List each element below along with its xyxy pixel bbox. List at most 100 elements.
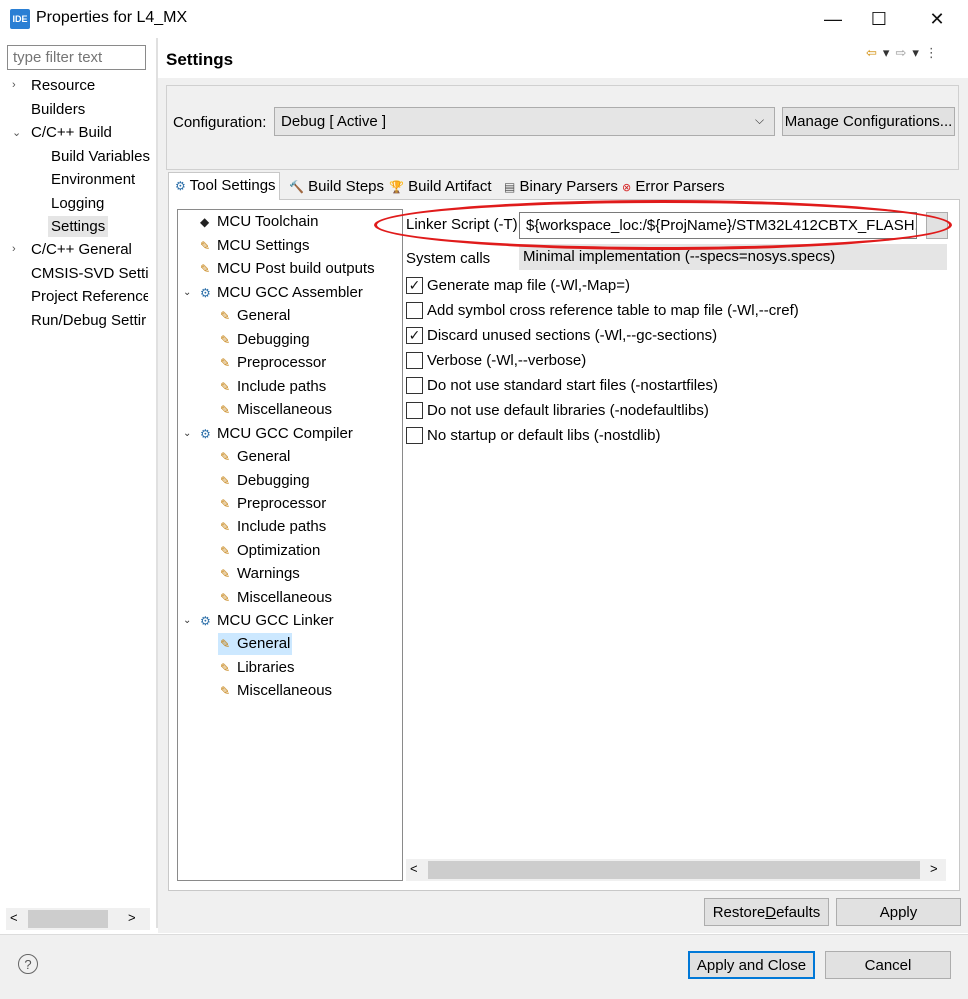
restore-defaults-button[interactable]: Restore Defaults [704, 898, 829, 926]
tab-binary-parsers[interactable]: ▤ Binary Parsers [498, 174, 624, 200]
scroll-right-icon[interactable]: > [930, 861, 938, 876]
tree-item-compiler-optimization[interactable]: ✎ Optimization [220, 542, 320, 559]
tree-item-label: MCU Toolchain [217, 213, 319, 230]
tab-label: Tool Settings [189, 177, 276, 194]
tree-item-mcu-gcc-linker[interactable]: ⚙ MCU GCC Linker [200, 612, 334, 629]
tree-item-mcu-gcc-assembler[interactable]: ⚙ MCU GCC Assembler [200, 284, 363, 301]
chevron-down-icon[interactable]: ⌄ [183, 615, 191, 626]
page-resource[interactable]: Resource [31, 77, 95, 94]
settings-page-icon: ✎ [220, 684, 231, 698]
checkbox-label: Generate map file (-Wl,-Map=) [427, 277, 630, 294]
checkbox-label: Discard unused sections (-Wl,--gc-sectio… [427, 327, 718, 344]
cancel-button[interactable]: Cancel [825, 951, 951, 979]
page-builders[interactable]: Builders [31, 101, 85, 118]
apply-and-close-button[interactable]: Apply and Close [688, 951, 815, 979]
linker-script-input[interactable]: ${workspace_loc:/${ProjName}/STM32L412CB… [519, 212, 917, 239]
settings-page-icon: ✎ [220, 356, 231, 370]
maximize-button[interactable]: ☐ [856, 0, 902, 38]
tree-item-linker-libraries[interactable]: ✎ Libraries [220, 659, 295, 676]
settings-page-icon: ✎ [220, 567, 231, 581]
help-icon[interactable]: ? [18, 954, 38, 974]
history-nav-icons[interactable]: ⇦▾⇨▾⋮ [866, 45, 944, 61]
settings-page-icon: ✎ [220, 520, 231, 534]
horizontal-scroll-thumb[interactable] [428, 861, 920, 879]
page-header [158, 38, 968, 78]
page-logging[interactable]: Logging [51, 195, 104, 212]
configuration-select[interactable]: Debug [ Active ] [274, 107, 775, 136]
tree-item-label: MCU GCC Assembler [217, 284, 363, 301]
page-settings[interactable]: Settings [51, 218, 105, 235]
checkbox-nodefaultlibs[interactable] [406, 402, 423, 419]
page-cpp-general[interactable]: C/C++ General [31, 241, 132, 258]
forward-arrow-icon[interactable]: ⇨ [895, 45, 912, 60]
mnemonic: D [765, 903, 777, 921]
page-environment[interactable]: Environment [51, 171, 135, 188]
filter-input[interactable] [7, 45, 146, 70]
tree-item-compiler-miscellaneous[interactable]: ✎ Miscellaneous [220, 589, 332, 606]
button-label: efaults [776, 903, 821, 921]
checkbox-label: Do not use standard start files (-nostar… [427, 377, 718, 394]
tree-item-mcu-settings[interactable]: ✎ MCU Settings [200, 237, 310, 254]
page-build-variables[interactable]: Build Variables [51, 148, 150, 165]
tree-item-assembler-preprocessor[interactable]: ✎ Preprocessor [220, 354, 326, 371]
tree-item-label: MCU GCC Compiler [217, 425, 353, 442]
tree-item-compiler-debugging[interactable]: ✎ Debugging [220, 472, 310, 489]
checkbox-verbose[interactable] [406, 352, 423, 369]
tree-item-linker-general[interactable]: ✎ General [220, 635, 290, 652]
back-menu-icon[interactable]: ▾ [883, 45, 896, 60]
tree-item-label: Include paths [237, 378, 327, 395]
chevron-right-icon[interactable]: › [12, 79, 16, 91]
minimize-button[interactable]: — [810, 0, 856, 38]
tree-item-label: General [237, 635, 291, 652]
tree-item-assembler-debugging[interactable]: ✎ Debugging [220, 331, 310, 348]
settings-page-icon: ✎ [220, 309, 231, 323]
tab-label: Build Steps [308, 178, 385, 195]
chevron-down-icon[interactable]: ⌄ [183, 287, 191, 298]
manage-configurations-button[interactable]: Manage Configurations... [782, 107, 955, 136]
tree-item-mcu-post-build[interactable]: ✎ MCU Post build outputs [200, 260, 375, 277]
page-cpp-build[interactable]: C/C++ Build [31, 124, 112, 141]
tree-item-assembler-general[interactable]: ✎ General [220, 307, 290, 324]
tab-tool-settings[interactable]: ⚙ Tool Settings [168, 172, 280, 200]
left-scroll-thumb[interactable] [28, 910, 108, 928]
scroll-right-icon[interactable]: > [128, 910, 136, 925]
tree-item-compiler-warnings[interactable]: ✎ Warnings [220, 565, 300, 582]
tree-item-linker-miscellaneous[interactable]: ✎ Miscellaneous [220, 682, 332, 699]
scroll-left-icon[interactable]: < [410, 861, 418, 876]
linker-script-browse-button[interactable] [926, 212, 948, 239]
page-cmsis-svd[interactable]: CMSIS-SVD Settir [31, 265, 148, 282]
page-project-references[interactable]: Project References [31, 288, 148, 305]
tree-item-mcu-toolchain[interactable]: ◆ MCU Toolchain [200, 213, 318, 230]
page-run-debug[interactable]: Run/Debug Settir [31, 312, 148, 329]
tree-item-assembler-miscellaneous[interactable]: ✎ Miscellaneous [220, 401, 332, 418]
tree-item-label: Libraries [237, 659, 295, 676]
checkbox-cross-reference[interactable] [406, 302, 423, 319]
system-calls-select[interactable]: Minimal implementation (--specs=nosys.sp… [519, 244, 947, 270]
apply-button[interactable]: Apply [836, 898, 961, 926]
checkbox-nostdlib[interactable] [406, 427, 423, 444]
tree-item-assembler-include-paths[interactable]: ✎ Include paths [220, 378, 326, 395]
settings-page-icon: ✎ [220, 661, 231, 675]
tab-error-parsers[interactable]: ⊗ Error Parsers [616, 174, 731, 200]
chevron-right-icon[interactable]: › [12, 243, 16, 255]
tree-item-mcu-gcc-compiler[interactable]: ⚙ MCU GCC Compiler [200, 425, 353, 442]
tree-item-label: Miscellaneous [237, 401, 333, 418]
tree-item-compiler-include-paths[interactable]: ✎ Include paths [220, 518, 326, 535]
view-menu-icon[interactable]: ⋮ [925, 45, 944, 60]
chevron-down-icon[interactable]: ⌄ [183, 428, 191, 439]
tree-item-compiler-general[interactable]: ✎ General [220, 448, 290, 465]
chevron-down-icon[interactable]: ⌵ [755, 113, 764, 128]
close-window-button[interactable]: ✕ [914, 0, 960, 38]
checkbox-discard-unused[interactable]: ✓ [406, 327, 423, 344]
tree-item-compiler-preprocessor[interactable]: ✎ Preprocessor [220, 495, 326, 512]
checkbox-nostartfiles[interactable] [406, 377, 423, 394]
checkbox-label: Do not use default libraries (-nodefault… [427, 402, 709, 419]
chevron-down-icon[interactable]: ⌄ [12, 126, 21, 139]
tab-build-artifact[interactable]: 🏆 Build Artifact [383, 174, 498, 200]
forward-menu-icon[interactable]: ▾ [912, 45, 925, 60]
tab-build-steps[interactable]: 🔨 Build Steps [283, 174, 390, 200]
configuration-label: Configuration: [173, 114, 267, 131]
back-arrow-icon[interactable]: ⇦ [866, 45, 883, 60]
scroll-left-icon[interactable]: < [10, 910, 18, 925]
checkbox-generate-map[interactable]: ✓ [406, 277, 423, 294]
